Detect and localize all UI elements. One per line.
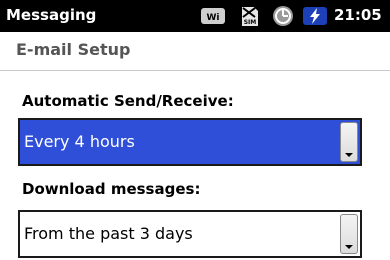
auto-send-receive-select[interactable]: Every 4 hours: [18, 118, 362, 166]
auto-send-receive-value: Every 4 hours: [24, 132, 135, 151]
download-messages-label: Download messages:: [22, 180, 201, 198]
divider: [0, 70, 390, 71]
charging-icon: [303, 7, 327, 25]
no-sim-icon-text: SIM: [244, 19, 257, 26]
status-bar: Messaging Wi SIM 21:05: [0, 0, 390, 32]
clock: 21:05: [334, 6, 382, 24]
auto-send-receive-dropdown-button[interactable]: [340, 122, 358, 162]
no-sim-icon: SIM: [242, 7, 258, 26]
auto-send-receive-label: Automatic Send/Receive:: [22, 92, 234, 110]
download-messages-value: From the past 3 days: [24, 224, 193, 243]
wifi-icon-text: Wi: [206, 13, 219, 23]
wifi-icon: Wi: [201, 8, 225, 24]
sync-icon: [273, 6, 293, 26]
app-title: Messaging: [6, 6, 97, 24]
chevron-down-icon: [345, 245, 353, 249]
download-messages-select[interactable]: From the past 3 days: [18, 210, 362, 258]
chevron-down-icon: [345, 153, 353, 157]
page-title: E-mail Setup: [16, 40, 131, 59]
download-messages-dropdown-button[interactable]: [340, 214, 358, 254]
